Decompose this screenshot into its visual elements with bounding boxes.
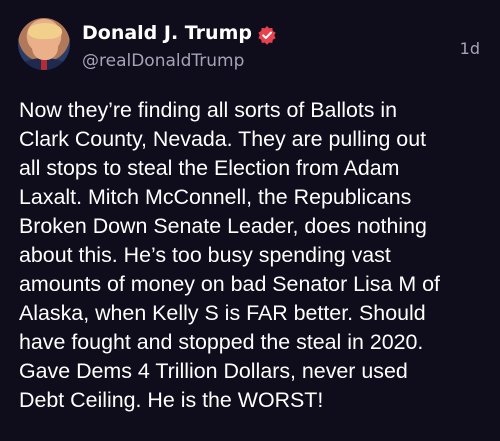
post-text-line: Now they’re finding all sorts of Ballots…	[19, 98, 398, 122]
post-card: Donald J. Trump @realDonaldTrump 1d Now …	[0, 0, 500, 441]
post-text-line: amounts of money on bad Senator Lisa M o…	[19, 272, 440, 296]
author-display-name[interactable]: Donald J. Trump	[82, 22, 252, 44]
post-text-line: have fought and stopped the steal in 202…	[19, 330, 424, 354]
post-body: Now they’re finding all sorts of Ballots…	[19, 96, 489, 415]
avatar[interactable]	[18, 18, 70, 70]
post-text-line: all stops to steal the Election from Ada…	[19, 156, 400, 180]
post-timestamp[interactable]: 1d	[460, 39, 480, 58]
post-text-line: about this. He’s too busy spending vast	[19, 243, 391, 267]
avatar-hair	[28, 23, 62, 39]
post-text-line: Clark County, Nevada. They are pulling o…	[19, 127, 427, 151]
post-text-line: Gave Dems 4 Trillion Dollars, never used	[19, 359, 408, 383]
post-text-line: Laxalt. Mitch McConnell, the Republicans	[19, 185, 412, 209]
post-text-line: Debt Ceiling. He is the WORST!	[19, 388, 324, 412]
verified-badge-icon	[258, 26, 276, 45]
post-text-line: Broken Down Senate Leader, does nothing	[19, 214, 427, 238]
author-handle[interactable]: @realDonaldTrump	[82, 51, 244, 71]
post-text-line: Alaska, when Kelly S is FAR better. Shou…	[19, 301, 426, 325]
